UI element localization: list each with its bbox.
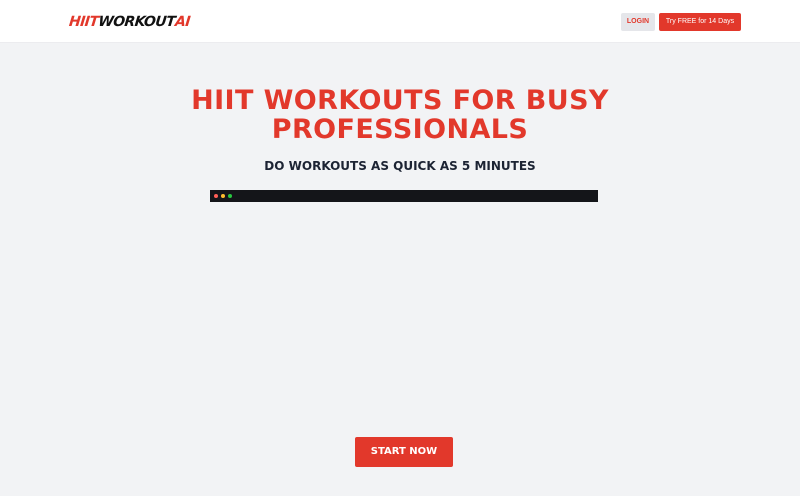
window-minimize-dot-icon <box>221 194 225 198</box>
start-now-button[interactable]: START NOW <box>355 437 453 467</box>
top-navbar: HIIT WORKOUT AI LOGIN Try FREE for 14 Days <box>0 0 800 43</box>
logo-part-hiit: HIIT <box>68 14 100 30</box>
logo-part-ai: AI <box>174 14 191 30</box>
window-close-dot-icon <box>214 194 218 198</box>
hero-title: HIIT WORKOUTS FOR BUSY PROFESSIONALS <box>191 85 609 145</box>
brand-logo[interactable]: HIIT WORKOUT AI <box>68 13 191 31</box>
video-window-titlebar <box>210 190 598 202</box>
logo-part-workout: WORKOUT <box>97 14 176 30</box>
free-trial-button[interactable]: Try FREE for 14 Days <box>659 13 741 31</box>
hero-subtitle: DO WORKOUTS AS QUICK AS 5 MINUTES <box>264 159 536 173</box>
window-maximize-dot-icon <box>228 194 232 198</box>
login-button[interactable]: LOGIN <box>621 13 655 31</box>
